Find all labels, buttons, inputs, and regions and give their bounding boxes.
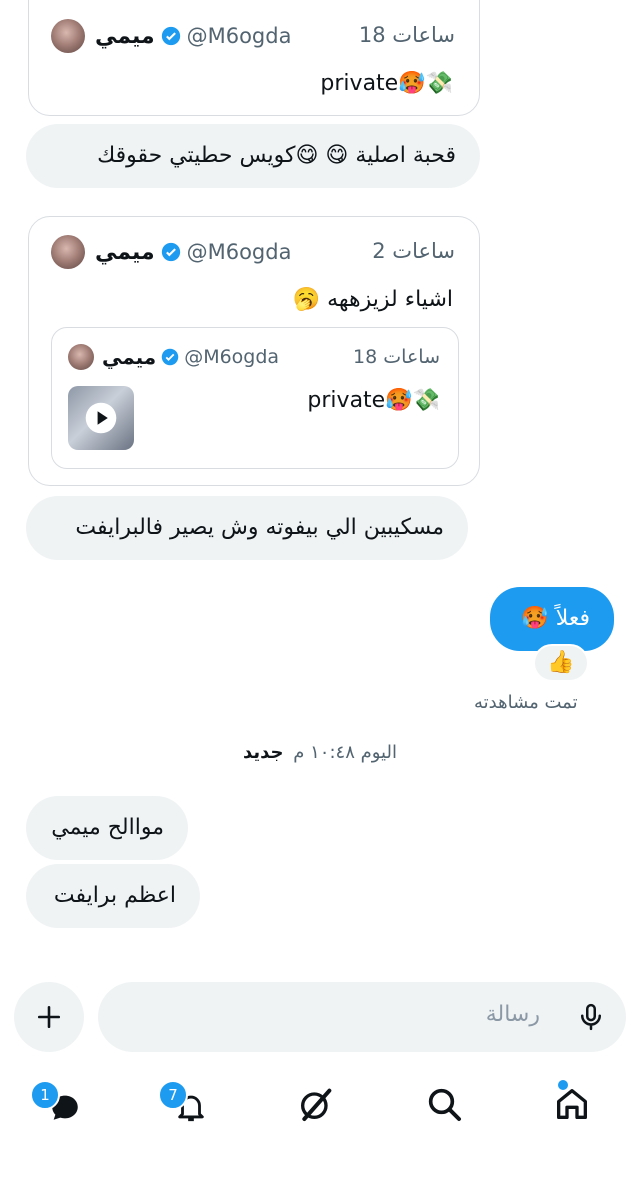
nav-home[interactable]	[552, 1080, 598, 1130]
message-text: فعلاً 🥵	[521, 606, 590, 631]
messages-badge: 1	[30, 1080, 60, 1110]
plus-icon	[37, 1005, 61, 1029]
nav-notifications[interactable]: 7	[158, 1080, 218, 1130]
tweet-text: اشياء لزيزههه 🥱	[292, 287, 453, 312]
message-input[interactable]: رسالة	[486, 1002, 540, 1027]
received-message[interactable]: مسكيبين الي بيفوته وش يصير فالبرايفت	[26, 496, 468, 560]
tweet-time: 18 ساعات	[353, 346, 440, 368]
verified-badge-icon	[161, 242, 180, 262]
shared-tweet-card[interactable]: ميمي @M6ogda 18 ساعات private🥵💸	[28, 0, 480, 116]
author-handle: @M6ogda	[184, 346, 280, 368]
author-name: ميمي	[95, 239, 155, 265]
play-icon[interactable]	[84, 401, 118, 435]
tweet-text: private🥵💸	[307, 388, 440, 413]
shared-tweet-card[interactable]: ميمي @M6ogda 2 ساعات اشياء لزيزههه 🥱 ميم…	[28, 216, 480, 486]
quoted-author: ميمي @M6ogda	[68, 344, 279, 370]
notifications-badge: 7	[158, 1080, 188, 1110]
avatar	[51, 235, 85, 269]
thumbs-up-icon: 👍	[547, 650, 575, 675]
home-unread-dot	[558, 1080, 568, 1090]
search-icon	[428, 1088, 461, 1121]
mic-icon[interactable]	[576, 1002, 606, 1032]
tweet-time: 2 ساعات	[372, 239, 455, 263]
received-message[interactable]: قحبة اصلية 😋 😋كويس حطيتي حقوقك	[26, 124, 480, 188]
new-label: جديد	[243, 742, 284, 763]
tweet-author: ميمي @M6ogda	[51, 19, 291, 53]
home-icon	[557, 1089, 587, 1119]
bottom-navigation: 1 7	[0, 1070, 640, 1140]
author-handle: @M6ogda	[186, 240, 292, 264]
quoted-tweet[interactable]: ميمي @M6ogda 18 ساعات private🥵💸	[51, 327, 459, 469]
avatar	[51, 19, 85, 53]
message-text: مسكيبين الي بيفوته وش يصير فالبرايفت	[75, 515, 444, 540]
message-text: اعظم برايفت	[53, 883, 176, 908]
received-message[interactable]: اعظم برايفت	[26, 864, 200, 928]
seen-status: تمت مشاهدته	[474, 692, 578, 713]
avatar	[68, 344, 94, 370]
tweet-author: ميمي @M6ogda	[51, 235, 291, 269]
message-composer[interactable]: رسالة	[98, 982, 626, 1052]
verified-badge-icon	[161, 348, 179, 366]
media-thumbnail[interactable]	[68, 386, 134, 450]
author-name: ميمي	[102, 345, 157, 369]
verified-badge-icon	[161, 26, 180, 46]
author-handle: @M6ogda	[186, 24, 292, 48]
sent-message[interactable]: فعلاً 🥵	[490, 587, 614, 651]
date-separator: اليوم ١٠:٤٨ م جديد	[0, 742, 640, 763]
grok-icon	[301, 1088, 332, 1121]
separator-time: اليوم ١٠:٤٨ م	[293, 742, 397, 763]
author-name: ميمي	[95, 23, 155, 49]
tweet-time: 18 ساعات	[358, 23, 455, 47]
message-text: قحبة اصلية 😋 😋كويس حطيتي حقوقك	[97, 143, 456, 168]
reaction-badge[interactable]: 👍	[533, 644, 589, 682]
nav-grok[interactable]	[296, 1084, 342, 1130]
received-message[interactable]: مواالح ميمي	[26, 796, 188, 860]
add-button[interactable]	[14, 982, 84, 1052]
message-text: مواالح ميمي	[51, 815, 164, 840]
nav-messages[interactable]: 1	[30, 1080, 90, 1130]
tweet-text: private🥵💸	[320, 71, 453, 96]
nav-search[interactable]	[424, 1084, 470, 1130]
